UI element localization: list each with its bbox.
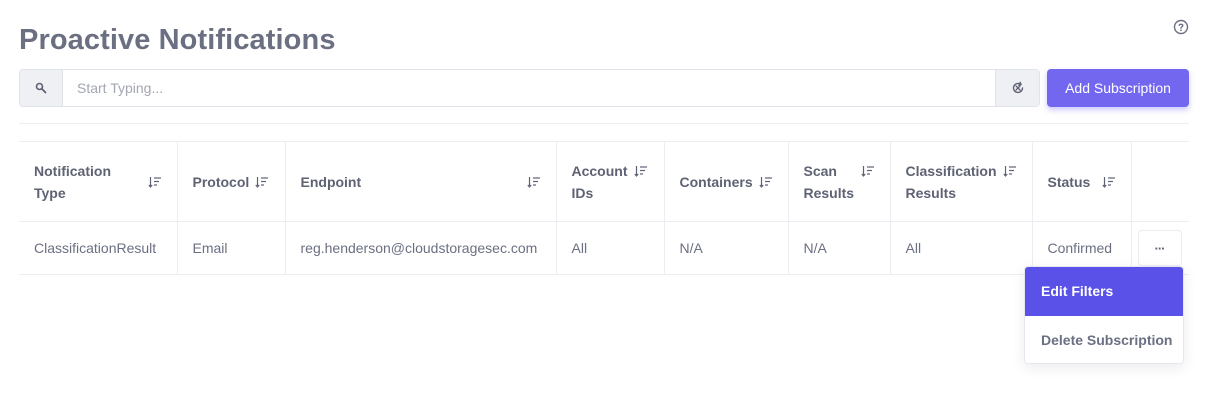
menu-item-edit-filters[interactable]: Edit Filters <box>1025 267 1183 316</box>
sort-icon[interactable] <box>758 176 773 188</box>
cell-containers: N/A <box>663 221 789 275</box>
refresh-icon <box>1012 81 1023 94</box>
search-input[interactable] <box>63 70 995 106</box>
row-actions-dropdown: Edit Filters Delete Subscription <box>1024 266 1184 364</box>
column-header-notification-type[interactable]: Notification Type <box>19 141 178 222</box>
subscriptions-table: Notification Type Protocol Endpoint Acco… <box>19 141 1189 275</box>
cell-notification-type: ClassificationResult <box>19 221 178 275</box>
column-header-endpoint[interactable]: Endpoint <box>284 141 557 222</box>
column-header-containers[interactable]: Containers <box>663 141 789 222</box>
column-header-account-ids[interactable]: Account IDs <box>555 141 665 222</box>
sort-icon[interactable] <box>1002 165 1017 177</box>
menu-item-delete-subscription[interactable]: Delete Subscription <box>1025 316 1183 363</box>
table-header-row: Notification Type Protocol Endpoint Acco… <box>19 141 1189 222</box>
sort-icon[interactable] <box>526 176 541 188</box>
sort-icon[interactable] <box>860 165 875 177</box>
column-header-label: Status <box>1047 173 1091 190</box>
column-header-scan-results[interactable]: Scan Results <box>787 141 891 222</box>
cell-protocol: Email <box>176 221 286 275</box>
add-subscription-button[interactable]: Add Subscription <box>1047 69 1189 107</box>
clear-search-button[interactable] <box>995 70 1039 106</box>
search-icon <box>35 82 47 94</box>
cell-scan-results: N/A <box>787 221 891 275</box>
page-title: Proactive Notifications <box>19 24 336 56</box>
table-row[interactable]: ClassificationResult Email reg.henderson… <box>19 221 1189 275</box>
cell-endpoint: reg.henderson@cloudstoragesec.com <box>284 221 557 275</box>
cell-classification-results: All <box>889 221 1033 275</box>
column-header-label: Protocol <box>192 173 250 190</box>
divider <box>19 123 1189 124</box>
column-header-label: Account IDs <box>571 162 628 201</box>
column-header-label: Scan Results <box>803 162 855 201</box>
column-header-protocol[interactable]: Protocol <box>176 141 286 222</box>
sort-icon[interactable] <box>1102 176 1116 188</box>
column-header-classification-results[interactable]: Classification Results <box>889 141 1033 222</box>
column-header-label: Containers <box>679 173 753 190</box>
more-horizontal-icon: ··· <box>1154 240 1166 256</box>
sort-icon[interactable] <box>147 176 162 188</box>
column-header-label: Endpoint <box>300 173 362 190</box>
column-header-label: Classification Results <box>905 162 997 201</box>
help-circle-icon[interactable] <box>1173 19 1189 35</box>
sort-icon[interactable] <box>633 165 648 177</box>
sort-icon[interactable] <box>255 176 269 188</box>
column-header-status[interactable]: Status <box>1031 141 1132 222</box>
row-actions-button[interactable]: ··· <box>1137 230 1182 266</box>
search-bar <box>19 69 1040 107</box>
column-header-actions <box>1130 141 1189 222</box>
search-icon-wrapper <box>20 70 63 106</box>
column-header-label: Notification Type <box>34 162 111 201</box>
cell-account-ids: All <box>555 221 665 275</box>
